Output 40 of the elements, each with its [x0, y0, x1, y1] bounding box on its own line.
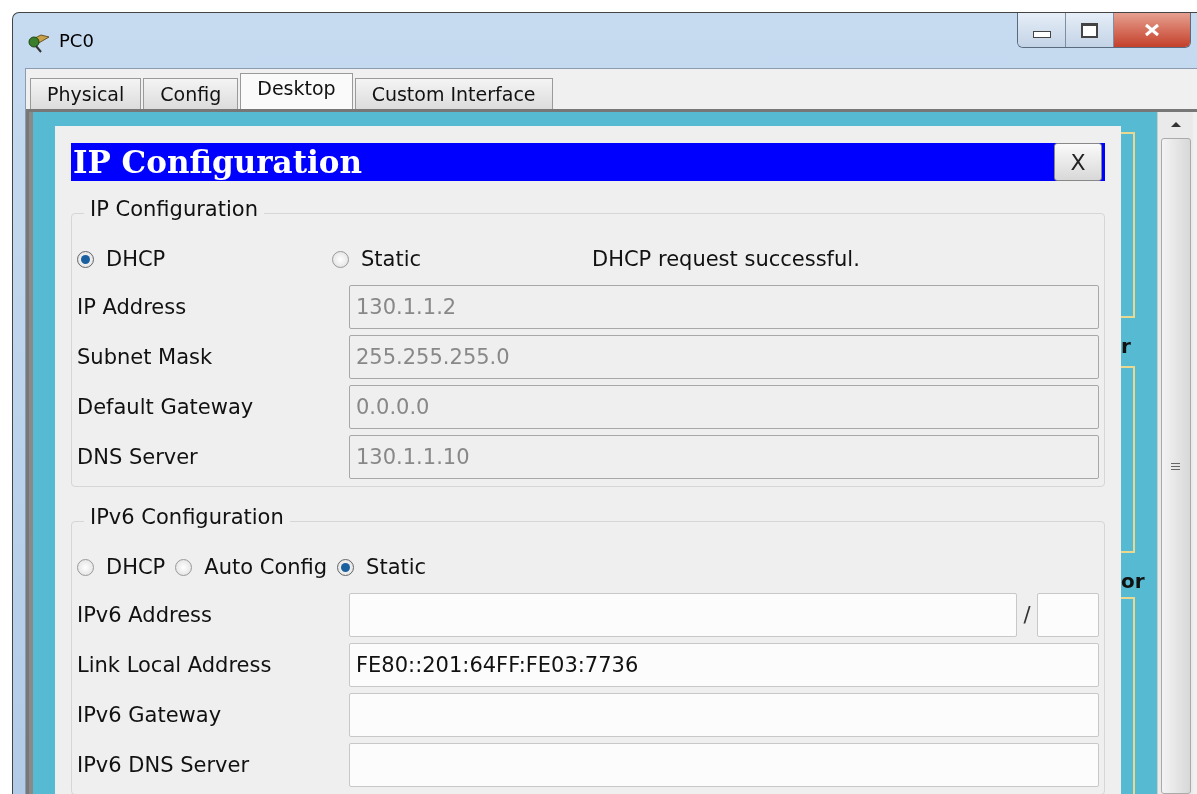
radio-option[interactable]: Static [337, 555, 427, 579]
vertical-scrollbar[interactable] [1157, 112, 1193, 794]
tab[interactable]: Physical [30, 78, 142, 109]
tab[interactable]: Desktop [240, 73, 353, 109]
close-button[interactable]: X [1054, 143, 1102, 181]
radio-option[interactable]: DHCP [77, 247, 322, 271]
window-title: PC0 [59, 30, 94, 51]
slash-separator: / [1022, 603, 1032, 627]
radio-option[interactable]: DHCP [77, 555, 166, 579]
close-icon [1143, 23, 1161, 37]
field-label: Subnet Mask [77, 345, 214, 369]
radio-option[interactable]: Static [332, 247, 582, 271]
field-label: DNS Server [77, 445, 199, 469]
background-text: or [1121, 569, 1145, 593]
field-label: IPv6 DNS Server [77, 753, 251, 777]
input-field[interactable] [349, 593, 1017, 637]
dialog-title: IP Configuration [73, 144, 362, 180]
field-label: IPv6 Gateway [77, 703, 223, 727]
input-field[interactable]: FE80::201:64FF:FE03:7736 [349, 643, 1099, 687]
field-label: IP Address [77, 295, 188, 319]
tab[interactable]: Custom Interface [354, 78, 553, 109]
prefix-field[interactable] [1037, 593, 1099, 637]
scroll-up-icon[interactable] [1169, 120, 1182, 128]
maximize-icon [1081, 22, 1098, 38]
field-label: Default Gateway [77, 395, 255, 419]
input-field[interactable] [349, 743, 1099, 787]
group-title: IP Configuration [84, 197, 264, 221]
radio-option[interactable]: Auto Config [175, 555, 328, 579]
close-button[interactable] [1114, 13, 1190, 47]
group-title: IPv6 Configuration [84, 505, 290, 529]
input-field[interactable] [349, 693, 1099, 737]
status-message: DHCP request successful. [592, 247, 860, 271]
background-text: r [1121, 334, 1131, 358]
scroll-thumb[interactable] [1160, 138, 1191, 794]
maximize-button[interactable] [1066, 13, 1114, 47]
minimize-icon [1032, 30, 1051, 38]
tab[interactable]: Config [143, 78, 239, 109]
field-label: Link Local Address [77, 653, 273, 677]
minimize-button[interactable] [1018, 13, 1066, 47]
field-label: IPv6 Address [77, 603, 213, 627]
